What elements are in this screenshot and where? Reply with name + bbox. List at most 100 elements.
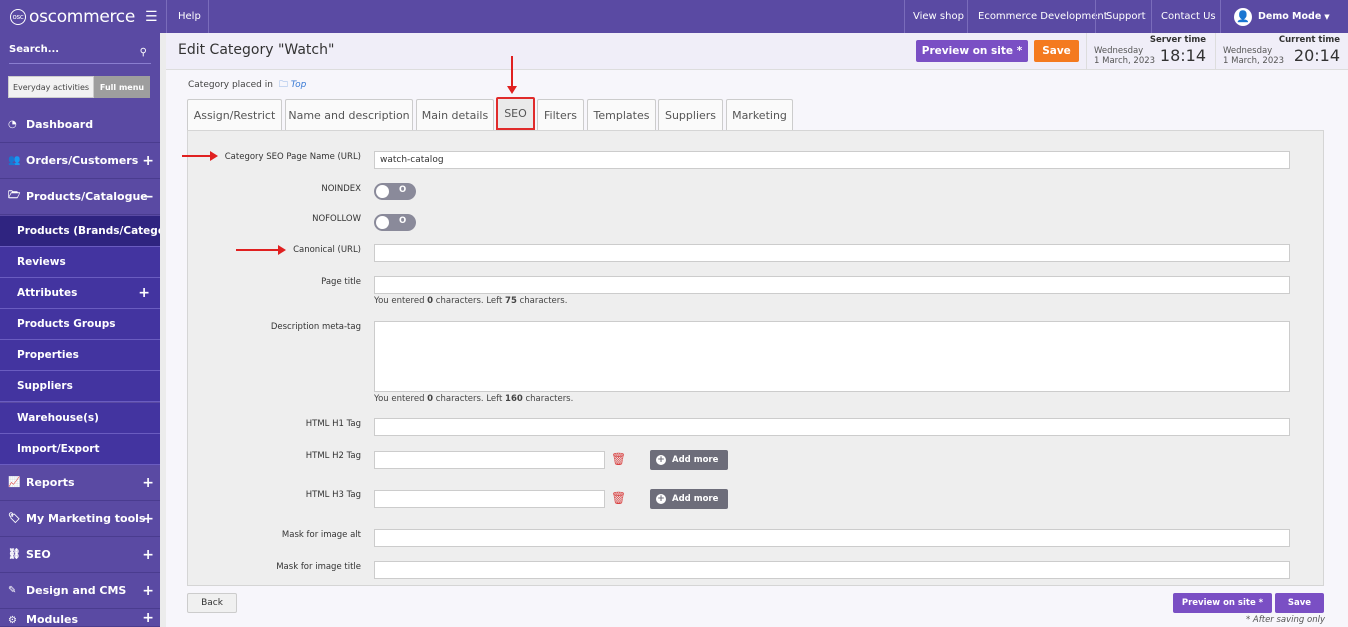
canonical-label: Canonical (URL) bbox=[293, 245, 361, 255]
plus-icon: + bbox=[142, 546, 154, 563]
nav-view-shop[interactable]: View shop bbox=[913, 0, 964, 33]
tab-marketing[interactable]: Marketing bbox=[726, 99, 793, 130]
server-time: Server time Wednesday 1 March, 2023 18:14 bbox=[1086, 33, 1214, 70]
h2-label: HTML H2 Tag bbox=[305, 451, 361, 461]
divider bbox=[208, 0, 209, 33]
page-title-hint: You entered 0 characters. Left 75 charac… bbox=[374, 296, 568, 306]
top-bar: osc oscommerce ☰ Help View shop Ecommerce… bbox=[0, 0, 1348, 33]
plus-circle-icon: + bbox=[656, 455, 666, 465]
search-icon[interactable]: ⚲ bbox=[140, 47, 147, 58]
tag-icon: 🏷 bbox=[8, 513, 21, 524]
tab-suppliers[interactable]: Suppliers bbox=[658, 99, 723, 130]
sidebar-item-label: Reports bbox=[26, 476, 75, 489]
annotation-arrow-seo-tab bbox=[507, 56, 517, 94]
seo-page-name-input[interactable]: watch-catalog bbox=[374, 151, 1290, 169]
sidebar-item-design[interactable]: ✎ Design and CMS + bbox=[0, 573, 160, 609]
nofollow-label: NOFOLLOW bbox=[312, 214, 361, 224]
server-time-value: 18:14 bbox=[1159, 46, 1206, 65]
current-day: Wednesday bbox=[1223, 46, 1273, 56]
sidebar-item-modules[interactable]: ⚙ Modules + bbox=[0, 609, 160, 627]
tab-seo[interactable]: SEO bbox=[496, 97, 535, 130]
breadcrumb: Category placed in 🗀 Top bbox=[188, 77, 306, 93]
nav-contact-us[interactable]: Contact Us bbox=[1161, 0, 1216, 33]
user-name: Demo Mode bbox=[1258, 11, 1322, 22]
plus-icon: + bbox=[142, 474, 154, 491]
nav-ecommerce-development[interactable]: Ecommerce Development bbox=[978, 0, 1108, 33]
sidebar-item-label: Dashboard bbox=[26, 118, 94, 131]
preview-on-site-footer-button[interactable]: Preview on site * bbox=[1173, 593, 1272, 613]
chevron-down-icon: ▼ bbox=[1324, 12, 1330, 21]
tab-assign-restrict[interactable]: Assign/Restrict bbox=[187, 99, 282, 130]
nav-support[interactable]: Support bbox=[1106, 0, 1146, 33]
switch-knob bbox=[376, 216, 389, 229]
save-footer-button[interactable]: Save bbox=[1275, 593, 1324, 613]
current-time-value: 20:14 bbox=[1293, 46, 1340, 65]
breadcrumb-link-top[interactable]: Top bbox=[291, 80, 307, 90]
logo[interactable]: osc oscommerce bbox=[0, 0, 160, 33]
trash-icon[interactable]: 🗑 bbox=[611, 491, 626, 505]
server-time-label: Server time bbox=[1149, 35, 1206, 45]
logo-text: oscommerce bbox=[29, 6, 136, 27]
dashboard-icon: ◔ bbox=[8, 119, 17, 130]
trash-icon[interactable]: 🗑 bbox=[611, 452, 626, 466]
sitemap-icon: ⛓ bbox=[8, 549, 21, 560]
nav-help[interactable]: Help bbox=[178, 0, 201, 33]
breadcrumb-prefix: Category placed in bbox=[188, 80, 273, 90]
mask-image-alt-input[interactable] bbox=[374, 529, 1290, 547]
divider bbox=[1220, 0, 1221, 33]
full-menu-button[interactable]: Full menu bbox=[94, 76, 150, 98]
sidebar-item-label: My Marketing tools bbox=[26, 512, 146, 525]
annotation-arrow-canonical bbox=[236, 245, 286, 255]
puzzle-icon: ⚙ bbox=[8, 615, 17, 626]
h3-input[interactable] bbox=[374, 490, 605, 508]
divider bbox=[166, 0, 167, 33]
tab-filters[interactable]: Filters bbox=[537, 99, 584, 130]
sidebar-sub-properties[interactable]: Properties bbox=[0, 340, 160, 371]
tab-templates[interactable]: Templates bbox=[587, 99, 656, 130]
page-header: Edit Category "Watch" Preview on site * … bbox=[166, 33, 1348, 70]
chart-icon: 📈 bbox=[8, 477, 21, 488]
noindex-switch[interactable]: O bbox=[374, 183, 416, 200]
switch-state: O bbox=[399, 185, 407, 195]
add-more-h3-button[interactable]: + Add more bbox=[650, 489, 728, 509]
everyday-activities-button[interactable]: Everyday activities bbox=[8, 76, 94, 98]
current-time: Current time Wednesday 1 March, 2023 20:1… bbox=[1215, 33, 1348, 70]
after-saving-note: * After saving only bbox=[1245, 615, 1325, 625]
h2-input[interactable] bbox=[374, 451, 605, 469]
sidebar-item-label: Modules bbox=[26, 613, 78, 626]
sidebar-sub-suppliers[interactable]: Suppliers bbox=[0, 371, 160, 402]
page-title-input[interactable] bbox=[374, 276, 1290, 294]
h1-input[interactable] bbox=[374, 418, 1290, 436]
preview-on-site-button[interactable]: Preview on site * bbox=[916, 40, 1028, 62]
current-date: 1 March, 2023 bbox=[1223, 56, 1285, 66]
divider bbox=[1151, 0, 1152, 33]
page-title: Edit Category "Watch" bbox=[178, 42, 335, 58]
page-title-label: Page title bbox=[321, 277, 361, 287]
menu-mode-toggle: Everyday activities Full menu bbox=[8, 76, 150, 98]
sidebar-item-label: Attributes bbox=[17, 287, 78, 299]
add-more-h2-button[interactable]: + Add more bbox=[650, 450, 728, 470]
save-button[interactable]: Save bbox=[1034, 40, 1079, 62]
tab-main-details[interactable]: Main details bbox=[416, 99, 494, 130]
divider bbox=[1095, 0, 1096, 33]
search-underline bbox=[9, 63, 151, 64]
mask-image-title-input[interactable] bbox=[374, 561, 1290, 579]
nofollow-switch[interactable]: O bbox=[374, 214, 416, 231]
tab-name-description[interactable]: Name and description bbox=[285, 99, 413, 130]
divider bbox=[967, 0, 968, 33]
current-time-label: Current time bbox=[1278, 35, 1340, 45]
back-button[interactable]: Back bbox=[187, 593, 237, 613]
hamburger-menu-icon[interactable]: ☰ bbox=[145, 9, 158, 25]
mask-image-alt-label: Mask for image alt bbox=[281, 530, 361, 540]
mask-image-title-label: Mask for image title bbox=[276, 562, 361, 572]
plus-circle-icon: + bbox=[656, 494, 666, 504]
user-menu[interactable]: 👤 Demo Mode ▼ bbox=[1234, 0, 1330, 33]
canonical-input[interactable] bbox=[374, 244, 1290, 262]
switch-knob bbox=[376, 185, 389, 198]
user-avatar-icon: 👤 bbox=[1234, 7, 1252, 26]
description-label: Description meta-tag bbox=[270, 322, 361, 332]
sidebar-item-label: SEO bbox=[26, 548, 51, 561]
server-date: 1 March, 2023 bbox=[1094, 56, 1156, 66]
description-textarea[interactable] bbox=[374, 321, 1290, 392]
sidebar-item-dashboard[interactable]: ◔ Dashboard bbox=[0, 107, 160, 143]
